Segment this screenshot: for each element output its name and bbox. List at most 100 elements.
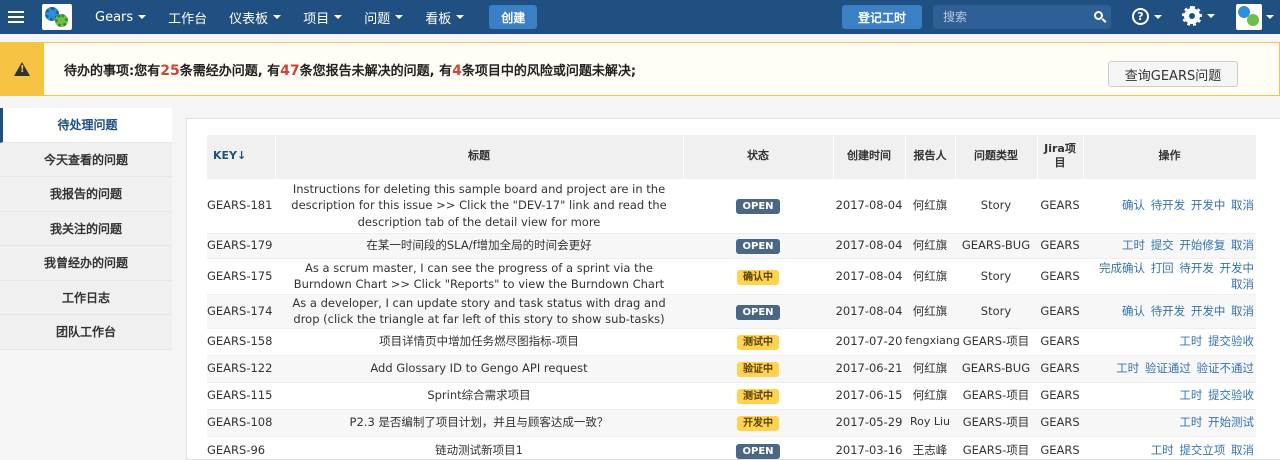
table-row[interactable]: GEARS-96 链动测试新项目1 OPEN 2017-03-16 王志峰 GEARS-项… — [207, 435, 1256, 460]
table-row[interactable]: GEARS-158 项目详情页中增加任务燃尽图指标-项目 测试中 2017-07-20… — [207, 327, 1256, 355]
sidebar-item[interactable]: 团队工作台 — [0, 315, 172, 350]
issue-title[interactable]: P2.3 是否编制了项目计划，并且与顾客达成一致？ — [275, 408, 683, 436]
action-link[interactable]: 确认 — [1122, 304, 1145, 318]
created-date: 2017-06-21 — [833, 354, 905, 382]
row-actions: 工时 开始测试 — [1083, 408, 1256, 436]
action-link[interactable]: 工时 — [1122, 238, 1145, 252]
action-link[interactable]: 开发中 — [1191, 198, 1226, 212]
gears-logo-icon[interactable] — [42, 4, 72, 30]
column-header-status[interactable]: 状态 — [683, 135, 834, 178]
action-link[interactable]: 提交验收 — [1208, 388, 1254, 402]
table-row[interactable]: GEARS-122 Add Glossary ID to Gengo API re… — [207, 354, 1256, 382]
issue-title[interactable]: As a scrum master, I can see the progres… — [275, 257, 683, 294]
issue-key-link[interactable]: GEARS-175 — [207, 257, 275, 294]
table-row[interactable]: GEARS-108 P2.3 是否编制了项目计划，并且与顾客达成一致？ 开发中 201… — [207, 408, 1256, 436]
action-link[interactable]: 开始测试 — [1208, 415, 1254, 429]
action-link[interactable]: 工时 — [1179, 388, 1202, 402]
action-link[interactable]: 工时 — [1179, 334, 1202, 348]
table-row[interactable]: GEARS-175 As a scrum master, I can see th… — [207, 257, 1256, 294]
action-link[interactable]: 开始修复 — [1179, 238, 1225, 252]
issue-key-link[interactable]: GEARS-174 — [207, 293, 275, 328]
action-link[interactable]: 取消 — [1231, 443, 1254, 457]
issue-key-link[interactable]: GEARS-179 — [207, 232, 275, 258]
log-work-button[interactable]: 登记工时 — [842, 5, 922, 29]
table-row[interactable]: GEARS-174 As a developer, I can update st… — [207, 293, 1256, 328]
action-link[interactable]: 开发中 — [1220, 261, 1255, 275]
help-menu[interactable]: ? — [1132, 8, 1162, 25]
sidebar-item[interactable]: 待处理问题 — [0, 108, 172, 143]
action-link[interactable]: 提交 — [1151, 238, 1174, 252]
column-header-created[interactable]: 创建时间 — [833, 135, 906, 178]
action-link[interactable]: 待开发 — [1179, 261, 1214, 275]
chevron-down-icon — [456, 15, 465, 19]
column-header-reporter[interactable]: 报告人 — [905, 135, 956, 178]
issue-key-link[interactable]: GEARS-122 — [207, 354, 275, 382]
nav-boards[interactable]: 看板 — [414, 0, 475, 34]
column-header-key[interactable]: KEY↓ — [207, 135, 276, 178]
nav-projects[interactable]: 项目 — [292, 0, 353, 34]
action-link[interactable]: 待开发 — [1151, 304, 1186, 318]
action-link[interactable]: 工时 — [1116, 361, 1139, 375]
status-badge: 确认中 — [737, 269, 779, 285]
action-link[interactable]: 确认 — [1122, 198, 1145, 212]
action-link[interactable]: 待开发 — [1151, 198, 1186, 212]
issue-title[interactable]: Add Glossary ID to Gengo API request — [275, 354, 683, 382]
action-link[interactable]: 取消 — [1231, 198, 1254, 212]
action-link[interactable]: 取消 — [1231, 238, 1254, 252]
issues-panel: KEY↓ 标题 状态 创建时间 报告人 问题类型 Jira项目 操作 GEARS… — [186, 118, 1280, 460]
issue-title[interactable]: Sprint综合需求项目 — [275, 381, 683, 409]
column-header-type[interactable]: 问题类型 — [955, 135, 1038, 178]
issue-title[interactable]: 链动测试新项目1 — [275, 435, 683, 460]
action-link[interactable]: 打回 — [1151, 261, 1174, 275]
action-link[interactable]: 提交验收 — [1208, 334, 1254, 348]
sidebar-item[interactable]: 今天查看的问题 — [0, 142, 172, 177]
assigned-count: 25 — [160, 62, 180, 79]
chevron-down-icon — [395, 15, 404, 19]
table-row[interactable]: GEARS-115 Sprint综合需求项目 测试中 2017-06-15 何红旗 GEA… — [207, 381, 1256, 409]
reported-count: 47 — [280, 62, 300, 79]
table-row[interactable]: GEARS-181 Instructions for deleting this … — [207, 177, 1256, 233]
sidebar-item[interactable]: 工作日志 — [0, 280, 172, 315]
table-row[interactable]: GEARS-179 在某一时间段的SLA/f增加全局的时间会更好 OPEN 2017-… — [207, 232, 1256, 258]
reporter-name: 何红旗 — [905, 177, 955, 233]
action-link[interactable]: 开发中 — [1191, 304, 1226, 318]
status-cell: 确认中 — [683, 257, 833, 294]
menu-icon[interactable] — [0, 0, 32, 34]
created-date: 2017-05-29 — [833, 408, 905, 436]
sidebar-item[interactable]: 我关注的问题 — [0, 211, 172, 246]
column-header-project[interactable]: Jira项目 — [1037, 135, 1084, 178]
action-link[interactable]: 工时 — [1179, 415, 1202, 429]
sidebar-item[interactable]: 我报告的问题 — [0, 177, 172, 212]
avatar[interactable] — [1236, 4, 1262, 30]
issue-key-link[interactable]: GEARS-96 — [207, 435, 275, 460]
chevron-down-icon[interactable] — [1266, 15, 1274, 19]
action-link[interactable]: 工时 — [1151, 443, 1174, 457]
created-date: 2017-08-04 — [833, 232, 905, 258]
nav-workbench[interactable]: 工作台 — [157, 0, 218, 34]
nav-issues[interactable]: 问题 — [353, 0, 414, 34]
issue-title[interactable]: 项目详情页中增加任务燃尽图指标-项目 — [275, 327, 683, 355]
action-link[interactable]: 提交立项 — [1179, 443, 1225, 457]
search-input[interactable] — [933, 10, 1083, 24]
search-icon[interactable] — [1094, 11, 1103, 20]
sidebar-item[interactable]: 我曾经办的问题 — [0, 246, 172, 281]
create-button[interactable]: 创建 — [489, 5, 538, 29]
settings-menu[interactable] — [1182, 6, 1215, 26]
action-link[interactable]: 验证不通过 — [1197, 361, 1255, 375]
issue-key-link[interactable]: GEARS-108 — [207, 408, 275, 436]
issue-key-link[interactable]: GEARS-158 — [207, 327, 275, 355]
action-link[interactable]: 取消 — [1231, 304, 1254, 318]
action-link[interactable]: 完成确认 — [1099, 261, 1145, 275]
nav-dashboard[interactable]: 仪表板 — [218, 0, 292, 34]
query-gears-issues-button[interactable]: 查询GEARS问题 — [1108, 61, 1238, 87]
action-link[interactable]: 取消 — [1231, 277, 1254, 291]
reporter-name: 何红旗 — [905, 381, 955, 409]
issue-key-link[interactable]: GEARS-115 — [207, 381, 275, 409]
issue-title[interactable]: As a developer, I can update story and t… — [275, 293, 683, 328]
issue-title[interactable]: 在某一时间段的SLA/f增加全局的时间会更好 — [275, 232, 683, 258]
column-header-title[interactable]: 标题 — [275, 135, 684, 178]
issue-key-link[interactable]: GEARS-181 — [207, 177, 275, 233]
action-link[interactable]: 验证通过 — [1145, 361, 1191, 375]
nav-product[interactable]: Gears — [84, 0, 157, 34]
issue-title[interactable]: Instructions for deleting this sample bo… — [275, 177, 683, 233]
